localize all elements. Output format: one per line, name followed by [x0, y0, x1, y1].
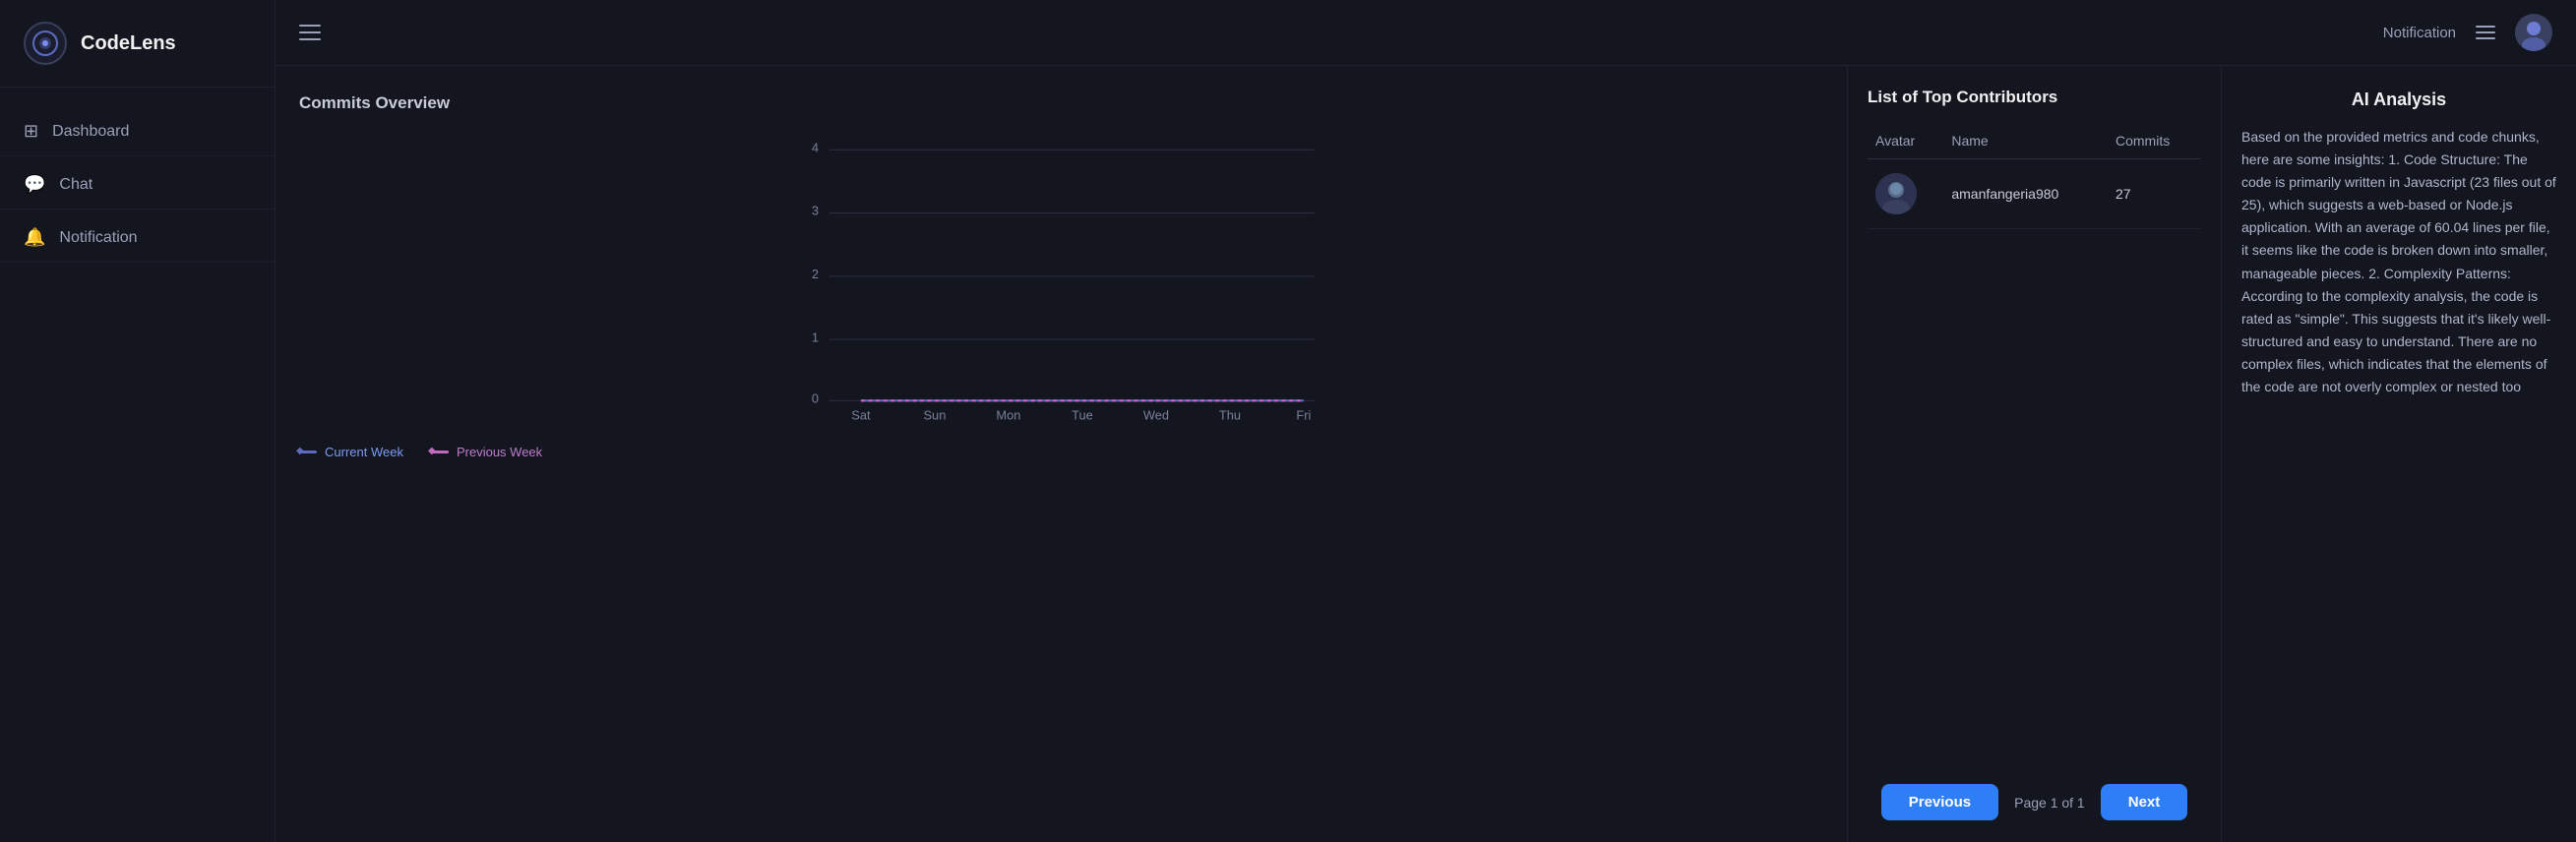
- legend-current-week[interactable]: ◆ Current Week: [299, 445, 403, 459]
- col-avatar: Avatar: [1868, 123, 1943, 159]
- col-name: Name: [1943, 123, 2108, 159]
- y-label-2: 2: [812, 267, 819, 281]
- previous-button[interactable]: Previous: [1881, 784, 1998, 820]
- ai-title: AI Analysis: [2241, 90, 2556, 110]
- topbar-menu-line-2: [2476, 31, 2495, 33]
- hamburger-line-3: [299, 38, 321, 40]
- contributor-name: amanfangeria980: [1943, 159, 2108, 229]
- notification-label: Notification: [2383, 25, 2456, 41]
- contributor-avatar-cell: [1868, 159, 1943, 229]
- dashboard-icon: ⊞: [24, 121, 38, 142]
- user-avatar[interactable]: [2515, 14, 2552, 51]
- app-title: CodeLens: [81, 32, 176, 55]
- contributors-table: Avatar Name Commits: [1868, 123, 2201, 229]
- legend-previous-week[interactable]: ◆ Previous Week: [431, 445, 542, 459]
- topbar: Notification: [276, 0, 2576, 66]
- hamburger-line-1: [299, 25, 321, 27]
- y-label-0: 0: [812, 391, 819, 405]
- ai-analysis-text: Based on the provided metrics and code c…: [2241, 126, 2556, 398]
- x-label-sat: Sat: [851, 408, 871, 423]
- table-header-row: Avatar Name Commits: [1868, 123, 2201, 159]
- sidebar-item-label-notification: Notification: [59, 229, 137, 247]
- table-row: amanfangeria980 27: [1868, 159, 2201, 229]
- contributor-commits: 27: [2108, 159, 2201, 229]
- commits-chart: 4 3 2 1 0 Sat S: [299, 131, 1823, 426]
- commits-panel: Commits Overview 4 3 2 1 0: [276, 66, 1848, 842]
- topbar-menu-line-1: [2476, 26, 2495, 28]
- commits-title: Commits Overview: [299, 93, 1823, 113]
- sidebar-item-dashboard[interactable]: ⊞ Dashboard: [0, 107, 275, 156]
- contributors-panel: List of Top Contributors Avatar Name Com…: [1848, 66, 2222, 842]
- hamburger-menu-icon[interactable]: [299, 25, 321, 40]
- legend-current-week-label: Current Week: [325, 445, 403, 459]
- main-content: Notification Commits Overview: [276, 0, 2576, 842]
- y-label-1: 1: [812, 330, 819, 344]
- next-button[interactable]: Next: [2101, 784, 2188, 820]
- sidebar-item-notification[interactable]: 🔔 Notification: [0, 213, 275, 263]
- sidebar-item-label-chat: Chat: [59, 176, 92, 194]
- x-label-wed: Wed: [1143, 408, 1169, 423]
- logo-icon: [24, 22, 67, 65]
- topbar-right: Notification: [2383, 14, 2552, 51]
- chart-legend: ◆ Current Week ◆ Previous Week: [299, 445, 1823, 459]
- sidebar-navigation: ⊞ Dashboard 💬 Chat 🔔 Notification: [0, 88, 275, 282]
- x-label-thu: Thu: [1219, 408, 1241, 423]
- x-label-fri: Fri: [1296, 408, 1311, 423]
- x-label-tue: Tue: [1072, 408, 1093, 423]
- col-commits: Commits: [2108, 123, 2201, 159]
- sidebar-logo: CodeLens: [0, 0, 275, 88]
- ai-analysis-panel: AI Analysis Based on the provided metric…: [2222, 66, 2576, 842]
- contributors-title: List of Top Contributors: [1868, 88, 2201, 107]
- pagination-row: Previous Page 1 of 1 Next: [1868, 764, 2201, 820]
- x-label-mon: Mon: [996, 408, 1020, 423]
- y-label-3: 3: [812, 204, 819, 218]
- topbar-menu-line-3: [2476, 37, 2495, 39]
- content-area: Commits Overview 4 3 2 1 0: [276, 66, 2576, 842]
- contributor-avatar: [1875, 173, 1917, 214]
- sidebar-item-chat[interactable]: 💬 Chat: [0, 160, 275, 210]
- hamburger-line-2: [299, 31, 321, 33]
- chat-icon: 💬: [24, 174, 45, 195]
- topbar-left: [299, 25, 321, 40]
- legend-previous-week-label: Previous Week: [457, 445, 542, 459]
- page-info: Page 1 of 1: [2014, 795, 2085, 811]
- chart-container: 4 3 2 1 0 Sat S: [299, 131, 1823, 814]
- topbar-menu-icon[interactable]: [2476, 26, 2495, 39]
- sidebar-item-label-dashboard: Dashboard: [52, 123, 129, 141]
- x-label-sun: Sun: [923, 408, 946, 423]
- sidebar: CodeLens ⊞ Dashboard 💬 Chat 🔔 Notificati…: [0, 0, 276, 842]
- notification-nav-icon: 🔔: [24, 227, 45, 248]
- y-label-4: 4: [812, 140, 819, 154]
